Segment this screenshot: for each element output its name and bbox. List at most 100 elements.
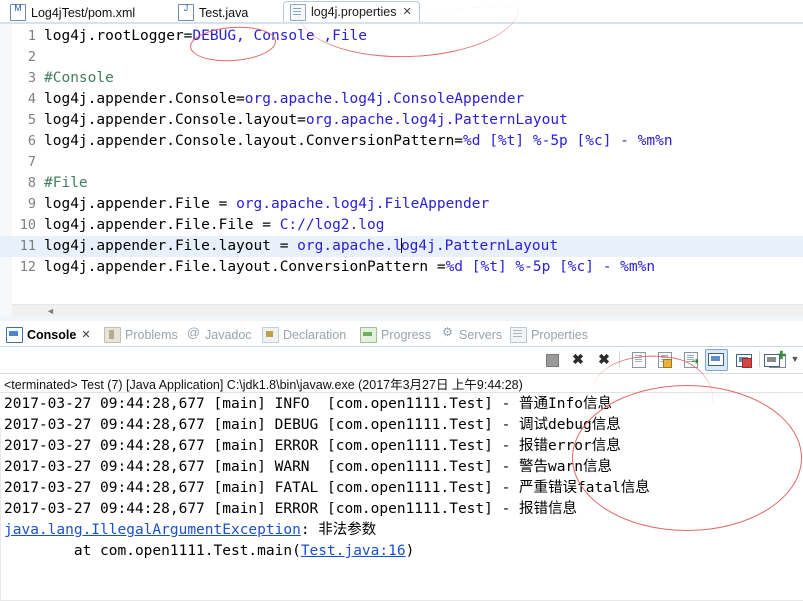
editor-code-area[interactable]: 1 log4j.rootLogger=DEBUG, Console ,File 2 3… xyxy=(0,26,803,278)
line-number: 7 xyxy=(27,154,36,170)
code-token: DEBUG, xyxy=(192,28,254,44)
console-log-line: 2017-03-27 09:44:28,677 [main] INFO [com… xyxy=(4,396,612,412)
console-view: Console ✕ Problems Javadoc Declaration P… xyxy=(0,321,803,601)
line-number: 11 xyxy=(19,238,36,254)
tab-declaration[interactable]: Declaration xyxy=(262,324,346,345)
remove-all-xx-icon: ✖ xyxy=(598,351,610,367)
console-exception-line[interactable]: java.lang.IllegalArgumentException: 非法参数 xyxy=(4,520,376,541)
properties-file-icon xyxy=(290,3,306,21)
code-token: #Console xyxy=(44,70,114,86)
code-token: C://log2.log xyxy=(279,217,385,233)
code-token: org.apache.l xyxy=(297,238,402,254)
editor-horizontal-scrollbar[interactable]: ◄ xyxy=(12,304,803,316)
line-number: 10 xyxy=(19,217,36,233)
scroll-lock-icon xyxy=(658,352,672,368)
code-token: #File xyxy=(44,175,88,191)
code-token: org.apache.log4j.FileAppender xyxy=(236,196,490,212)
source-location-link[interactable]: Test.java:16 xyxy=(301,543,406,559)
line-number: 1 xyxy=(27,28,36,44)
exception-type-link[interactable]: java.lang.IllegalArgumentException xyxy=(4,522,301,538)
editor-tab-test-java[interactable]: Test.java xyxy=(172,3,255,22)
code-line[interactable]: 7 xyxy=(0,152,803,173)
console-log-line: 2017-03-27 09:44:28,677 [main] FATAL [co… xyxy=(4,480,650,496)
close-icon[interactable]: ✕ xyxy=(81,328,90,341)
console-view-menu-button[interactable] xyxy=(762,351,780,368)
line-number: 5 xyxy=(27,112,36,128)
console-log-line: 2017-03-27 09:44:28,677 [main] WARN [com… xyxy=(4,459,612,475)
stacktrace-suffix: ) xyxy=(405,543,415,559)
declaration-icon xyxy=(262,326,279,343)
tab-servers[interactable]: Servers xyxy=(440,324,502,345)
eclipse-window: Log4jTest/pom.xml Test.java log4j.proper… xyxy=(0,0,803,601)
console-log-line: 2017-03-27 09:44:28,677 [main] DEBUG [co… xyxy=(4,417,621,433)
line-number: 2 xyxy=(27,49,36,65)
view-menu-button[interactable]: ▼ xyxy=(786,351,803,368)
view-tab-label: Progress xyxy=(381,327,432,342)
code-token: %d [%t] %-5p [%c] - %m%n xyxy=(445,259,656,275)
display-selected-console-button[interactable] xyxy=(734,351,752,368)
code-line[interactable]: 1 log4j.rootLogger=DEBUG, Console ,File xyxy=(0,26,803,47)
code-line[interactable]: 6 log4j.appender.Console.layout.Conversio… xyxy=(0,131,803,152)
line-number: 4 xyxy=(27,91,36,107)
maven-file-icon xyxy=(10,3,26,21)
view-tab-label: Declaration xyxy=(283,327,347,342)
code-token: log4j.appender.File.layout = xyxy=(44,238,298,254)
pin-console-icon xyxy=(708,353,724,366)
line-number: 12 xyxy=(19,259,36,275)
pin-console-button[interactable] xyxy=(705,349,728,371)
code-token: log4j.appender.Console.layout.Conversion… xyxy=(44,133,464,149)
code-line[interactable]: 8 #File xyxy=(0,173,803,194)
code-token: og4j.PatternLayout xyxy=(400,238,559,254)
scroll-left-arrow-icon[interactable]: ◄ xyxy=(46,307,55,316)
clear-console-button[interactable] xyxy=(629,351,647,368)
console-stacktrace-line[interactable]: at com.open1111.Test.main(Test.java:16) xyxy=(4,541,414,562)
console-left-border xyxy=(0,427,1,601)
exception-message: : 非法参数 xyxy=(300,522,377,538)
code-line[interactable]: 4 log4j.appender.Console=org.apache.log4j… xyxy=(0,89,803,110)
console-log-line: 2017-03-27 09:44:28,677 [main] ERROR [co… xyxy=(4,501,578,517)
editor-tab-pom-xml[interactable]: Log4jTest/pom.xml xyxy=(4,3,142,22)
tab-problems[interactable]: Problems xyxy=(104,324,178,345)
editor-tab-log4j-properties[interactable]: log4j.properties ✕ xyxy=(283,1,420,22)
code-line[interactable]: 3 #Console xyxy=(0,68,803,89)
console-log-line: 2017-03-27 09:44:28,677 [main] ERROR [co… xyxy=(4,438,621,454)
java-file-icon xyxy=(178,3,194,21)
line-number: 8 xyxy=(27,175,36,191)
code-line[interactable]: 9 log4j.appender.File = org.apache.log4j.… xyxy=(0,194,803,215)
code-line[interactable]: 11 log4j.appender.File.layout = org.apach… xyxy=(0,236,803,257)
tab-properties[interactable]: Properties xyxy=(510,324,588,345)
editor-tab-label: Log4jTest/pom.xml xyxy=(31,5,136,20)
tab-progress[interactable]: Progress xyxy=(360,324,431,345)
code-line[interactable]: 12 log4j.appender.File.layout.ConversionP… xyxy=(0,257,803,278)
toolbar-separator xyxy=(619,351,620,367)
view-tab-label: Servers xyxy=(459,327,503,342)
code-token: log4j.appender.File.layout.ConversionPat… xyxy=(44,259,446,275)
code-token: log4j.rootLogger= xyxy=(44,28,193,44)
code-line[interactable]: 5 log4j.appender.Console.layout=org.apach… xyxy=(0,110,803,131)
remove-all-terminated-button[interactable]: ✖ xyxy=(595,351,613,368)
close-icon[interactable]: ✕ xyxy=(402,6,411,18)
console-output[interactable]: <terminated> Test (7) [Java Application]… xyxy=(0,374,803,601)
code-token: %d [%t] %-5p [%c] - %m%n xyxy=(463,133,673,149)
console-icon xyxy=(6,326,23,343)
code-line[interactable]: 10 log4j.appender.File.File = C://log2.lo… xyxy=(0,215,803,236)
remove-launch-button[interactable]: ✖ xyxy=(569,351,587,368)
code-line[interactable]: 2 xyxy=(0,47,803,68)
display-console-icon xyxy=(736,354,752,368)
tab-console[interactable]: Console ✕ xyxy=(6,324,91,345)
properties-icon xyxy=(510,326,527,343)
stacktrace-prefix: at com.open1111.Test.main( xyxy=(4,543,301,559)
servers-icon xyxy=(440,325,455,342)
progress-icon xyxy=(360,326,377,343)
terminate-button[interactable] xyxy=(543,351,561,368)
view-tab-bar: Console ✕ Problems Javadoc Declaration P… xyxy=(0,321,803,347)
view-tab-label: Console xyxy=(27,327,77,342)
javadoc-icon xyxy=(186,325,201,342)
word-wrap-button[interactable]: ➜ xyxy=(681,351,699,368)
code-token: log4j.appender.Console.layout= xyxy=(44,112,306,128)
view-tab-label: Problems xyxy=(125,327,178,342)
scroll-lock-button[interactable] xyxy=(655,351,673,368)
tab-javadoc[interactable]: Javadoc xyxy=(186,324,252,345)
code-token: Console ,File xyxy=(253,28,368,44)
text-editor[interactable]: 1 log4j.rootLogger=DEBUG, Console ,File 2 3… xyxy=(0,24,803,316)
